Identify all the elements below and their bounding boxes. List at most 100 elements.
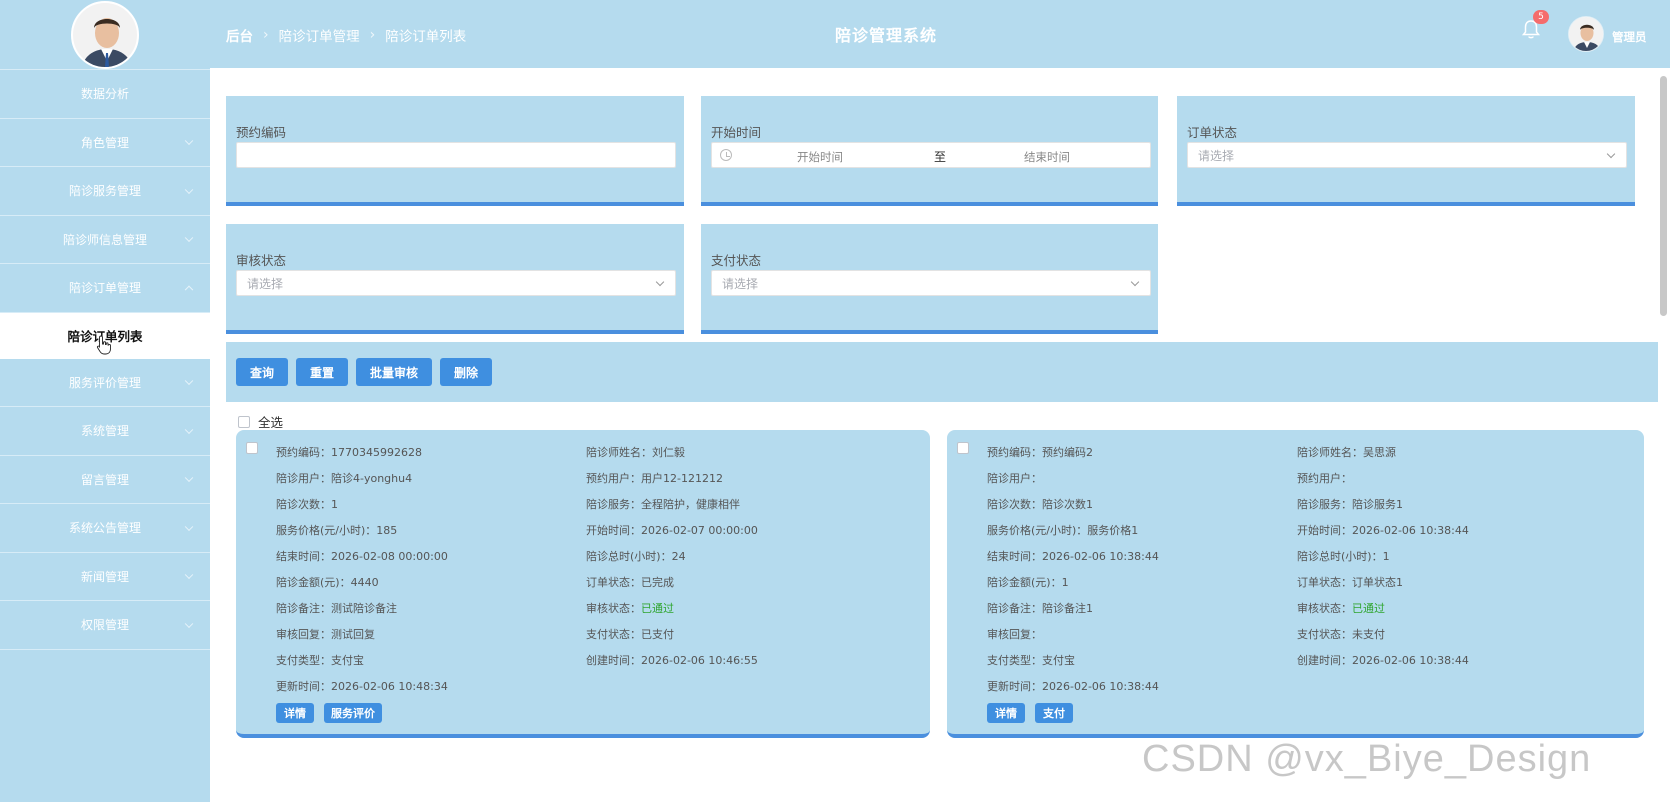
card-field: 支付类型：支付宝 [276,654,364,667]
review-status-value: 已通过 [641,602,674,615]
card-checkbox[interactable] [957,442,969,454]
sidebar-item-label: 留言管理 [80,472,129,487]
sidebar-item-label: 服务评价管理 [68,375,141,390]
sidebar-item[interactable]: 陪诊师信息管理 [0,216,210,264]
card-field: 陪诊师姓名：吴思源 [1297,444,1396,460]
card-field-label: 预约用户： [1297,472,1352,485]
booking-code-input[interactable] [236,142,676,168]
card-field-label: 陪诊总时(小时)：24 [586,550,686,563]
sidebar-item[interactable]: 陪诊服务管理 [0,167,210,216]
select-all-checkbox[interactable] [238,415,250,428]
card-field-label: 审核状态： [586,602,641,615]
sidebar-item[interactable]: 系统公告管理 [0,504,210,553]
card-field-label: 创建时间：2026-02-06 10:38:44 [1297,654,1469,667]
sidebar-item[interactable]: 服务评价管理 [0,359,210,407]
breadcrumb-order-list: 陪诊订单列表 [385,29,467,45]
order-card: 预约编码：1770345992628 陪诊用户：陪诊4-yonghu4 陪诊次数：1… [236,430,930,738]
card-field: 审核状态：已通过 [586,600,674,616]
sidebar-item[interactable]: 权限管理 [0,601,210,650]
main-content: 预约编码 开始时间 开始时间 至 结束时间 订单状态 请选择 审核状态 请选择 … [210,68,1660,802]
card-field: 预约编码：预约编码2 [987,446,1093,459]
start-date-placeholder[interactable]: 开始时间 [797,149,843,165]
card-field: 陪诊金额(元)：4440 [276,576,379,589]
sidebar-item[interactable]: 留言管理 [0,456,210,504]
review-status-select[interactable]: 请选择 [236,270,676,296]
card-field-label: 开始时间：2026-02-07 00:00:00 [586,524,758,537]
card-field: 开始时间：2026-02-07 00:00:00 [586,522,758,538]
filter-order-status: 订单状态 请选择 [1177,96,1635,206]
card-field: 创建时间：2026-02-06 10:38:44 [1297,652,1469,668]
chevron-down-icon [1130,277,1140,287]
card-field: 陪诊用户：陪诊4-yonghu4 [276,472,413,485]
card-field: 审核回复： [987,628,1042,641]
chevron-down-icon [184,136,194,146]
card-field: 更新时间：2026-02-06 10:38:44 [987,680,1159,693]
sidebar-item[interactable]: 系统管理 [0,407,210,456]
chevron-down-icon [184,522,194,531]
review-service-button[interactable]: 服务评价 [324,703,382,723]
card-field: 更新时间：2026-02-06 10:48:34 [276,680,448,693]
details-button[interactable]: 详情 [987,703,1025,723]
sidebar-item-label: 系统管理 [80,424,129,439]
card-field: 结束时间：2026-02-08 00:00:00 [276,550,448,563]
card-field: 陪诊次数：1 [276,498,338,511]
card-field-label: 陪诊总时(小时)：1 [1297,550,1390,563]
breadcrumb-order-management[interactable]: 陪诊订单管理 [279,25,360,45]
card-field: 陪诊金额(元)：1 [987,576,1069,589]
sidebar-item[interactable]: 陪诊订单管理 [0,264,210,313]
date-range-picker[interactable]: 开始时间 至 结束时间 [711,142,1151,168]
card-field: 陪诊备注：测试陪诊备注 [276,602,397,615]
card-field: 服务价格(元/小时)：服务价格1 [987,524,1139,537]
sidebar-item-label: 权限管理 [80,618,129,633]
details-button[interactable]: 详情 [276,703,314,723]
sidebar-item[interactable]: 角色管理 [0,119,210,167]
filter-label: 订单状态 [1187,125,1238,140]
breadcrumb-home[interactable]: 后台 [226,25,253,45]
card-field: 支付状态：未支付 [1297,626,1385,642]
card-field: 订单状态：订单状态1 [1297,574,1403,590]
card-field: 支付类型：支付宝 [987,654,1075,667]
pay-status-select[interactable]: 请选择 [711,270,1151,296]
card-field-label: 陪诊师姓名：吴思源 [1297,446,1396,459]
card-field-label: 开始时间：2026-02-06 10:38:44 [1297,524,1469,537]
card-field: 开始时间：2026-02-06 10:38:44 [1297,522,1469,538]
card-field-label: 支付状态：未支付 [1297,628,1385,641]
reset-button[interactable]: 重置 [296,358,348,386]
chevron-down-icon [184,570,194,580]
filter-start-time: 开始时间 开始时间 至 结束时间 [701,96,1158,206]
user-name[interactable]: 管理员 [1612,29,1647,45]
card-field: 预约用户：用户12-121212 [586,470,723,486]
card-field-label: 陪诊服务：陪诊服务1 [1297,498,1403,511]
card-field: 支付状态：已支付 [586,626,674,642]
card-field: 创建时间：2026-02-06 10:46:55 [586,652,758,668]
delete-button[interactable]: 删除 [440,358,492,386]
select-all[interactable]: 全选 [238,412,283,431]
query-button[interactable]: 查询 [236,358,288,386]
order-status-select[interactable]: 请选择 [1187,142,1627,168]
select-all-label: 全选 [258,415,284,430]
vertical-scrollbar[interactable] [1660,76,1667,316]
pay-button[interactable]: 支付 [1035,703,1073,723]
sidebar-item[interactable]: 数据分析 [0,70,210,119]
user-avatar[interactable] [1568,16,1604,52]
select-placeholder: 请选择 [722,276,759,291]
order-card: 预约编码：预约编码2 陪诊用户： 陪诊次数：陪诊次数1 服务价格(元/小时)：服务价格… [947,430,1644,738]
select-placeholder: 请选择 [1198,148,1235,163]
range-separator: 至 [934,150,947,164]
batch-review-button[interactable]: 批量审核 [356,358,432,386]
page-title: 陪诊管理系统 [835,26,938,45]
card-field: 结束时间：2026-02-06 10:38:44 [987,550,1159,563]
card-field: 陪诊服务：全程陪护，健康相伴 [586,496,740,512]
clock-icon [720,149,732,161]
chevron-up-icon [184,285,194,294]
avatar[interactable] [71,0,139,69]
sidebar-item[interactable]: 新闻管理 [0,553,210,601]
filter-label: 预约编码 [236,125,287,140]
card-field: 陪诊次数：陪诊次数1 [987,498,1093,511]
sidebar-item-label: 陪诊师信息管理 [62,232,147,247]
sidebar: 数据分析 角色管理 陪诊服务管理陪诊师信息管理陪诊订单管理 陪诊订单列表 服务评价管… [0,0,210,802]
sidebar-item-order-list[interactable]: 陪诊订单列表 [0,312,210,359]
chevron-down-icon [184,233,194,243]
end-date-placeholder[interactable]: 结束时间 [1024,149,1070,165]
card-checkbox[interactable] [246,442,258,454]
